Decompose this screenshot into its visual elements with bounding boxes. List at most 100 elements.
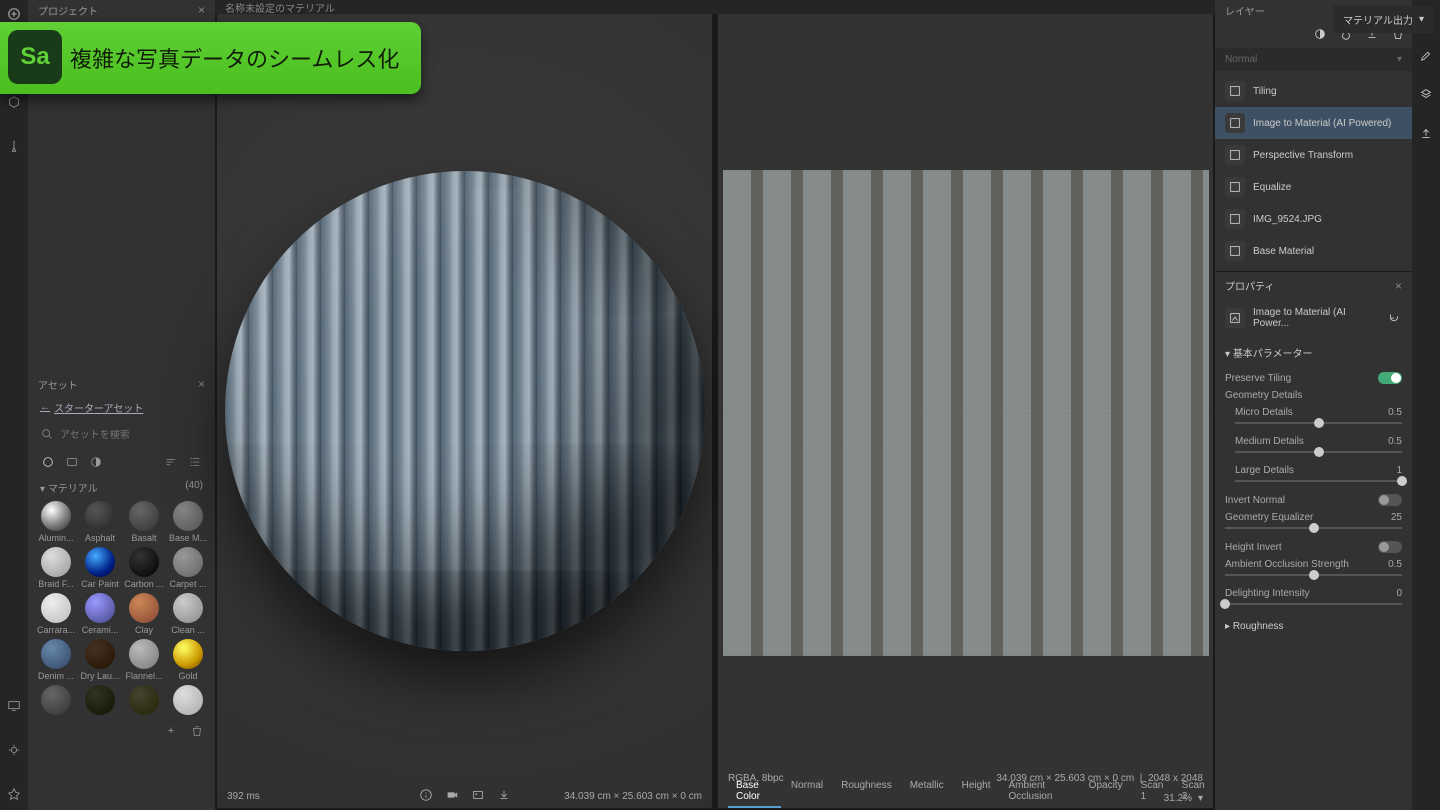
- material-thumbnail: [41, 639, 71, 669]
- material-item[interactable]: Clay: [124, 593, 164, 635]
- material-thumbnail: [129, 501, 159, 531]
- material-thumbnail: [85, 501, 115, 531]
- material-item[interactable]: Base M...: [168, 501, 208, 543]
- channel-tab[interactable]: Opacity: [1081, 776, 1131, 808]
- material-item[interactable]: [124, 685, 164, 717]
- material-item[interactable]: Gold: [168, 639, 208, 681]
- blend-mode-dropdown[interactable]: Normal ▾: [1215, 48, 1412, 71]
- material-item[interactable]: Denim ...: [36, 639, 76, 681]
- material-label: Gold: [168, 671, 208, 681]
- contrast-icon[interactable]: [1312, 26, 1328, 42]
- starter-assets-link[interactable]: ← スターターアセット: [28, 394, 215, 421]
- brush-icon[interactable]: [1418, 46, 1434, 62]
- image-icon[interactable]: [470, 787, 486, 803]
- viewport-2d[interactable]: [718, 62, 1213, 764]
- material-item[interactable]: Dry Lau...: [80, 639, 120, 681]
- height-invert-toggle[interactable]: [1378, 541, 1402, 553]
- add-icon[interactable]: [6, 6, 22, 22]
- material-item[interactable]: [36, 685, 76, 717]
- top-bar: 名称未設定のマテリアル: [215, 0, 1215, 14]
- gear-icon[interactable]: [6, 742, 22, 758]
- zoom-control[interactable]: 31.2% ▾: [1164, 793, 1203, 804]
- asset-search[interactable]: [28, 421, 215, 450]
- asset-search-input[interactable]: [60, 430, 203, 441]
- close-icon[interactable]: ×: [198, 3, 205, 17]
- medium-details-slider[interactable]: [1235, 451, 1402, 453]
- add-asset-icon[interactable]: +: [163, 723, 179, 739]
- reset-icon[interactable]: [1386, 310, 1402, 326]
- material-item[interactable]: Carrara...: [36, 593, 76, 635]
- plugin-icon[interactable]: [6, 786, 22, 802]
- sort-icon[interactable]: [163, 454, 179, 470]
- material-thumbnail: [173, 501, 203, 531]
- export-icon[interactable]: [496, 787, 512, 803]
- viewport-3d[interactable]: 34.039 cm × 25.603 cm × 0 cm 392 ms: [217, 14, 712, 808]
- channel-tab[interactable]: Ambient Occlusion: [1001, 776, 1079, 808]
- material-thumbnail: [173, 593, 203, 623]
- cube-icon[interactable]: [6, 94, 22, 110]
- roughness-section-header[interactable]: ▸ Roughness: [1215, 613, 1412, 640]
- material-item[interactable]: Clean ...: [168, 593, 208, 635]
- invert-normal-toggle[interactable]: [1378, 494, 1402, 506]
- material-thumbnail: [85, 547, 115, 577]
- material-item[interactable]: Carbon ...: [124, 547, 164, 589]
- ao-strength-slider[interactable]: [1225, 574, 1402, 576]
- material-label: Cerami...: [80, 625, 120, 635]
- channel-tab[interactable]: Metallic: [902, 776, 952, 808]
- material-item[interactable]: Braid F...: [36, 547, 76, 589]
- base-icon: [1225, 241, 1245, 261]
- info-icon[interactable]: [418, 787, 434, 803]
- preserve-tiling-toggle[interactable]: [1378, 372, 1402, 384]
- breadcrumb: 名称未設定のマテリアル: [225, 0, 335, 15]
- material-label: Braid F...: [36, 579, 76, 589]
- layer-row[interactable]: Image to Material (AI Powered): [1215, 107, 1412, 139]
- delete-asset-icon[interactable]: [189, 723, 205, 739]
- materials-section-header[interactable]: ▾ マテリアル (40): [28, 474, 215, 501]
- filter-sphere-icon[interactable]: [40, 454, 56, 470]
- channel-tab[interactable]: Height: [954, 776, 999, 808]
- basic-params-header[interactable]: ▾ 基本パラメーター: [1215, 337, 1412, 368]
- material-item[interactable]: Alumin...: [36, 501, 76, 543]
- close-icon[interactable]: ×: [198, 377, 205, 391]
- channel-tab[interactable]: Base Color: [728, 776, 781, 808]
- material-item[interactable]: Carpet ...: [168, 547, 208, 589]
- material-output-dropdown[interactable]: マテリアル出力 ▾: [1333, 6, 1434, 33]
- channel-tab[interactable]: Normal: [783, 776, 831, 808]
- filter-contrast-icon[interactable]: [88, 454, 104, 470]
- view-list-icon[interactable]: [187, 454, 203, 470]
- param-geometry-details-label: Geometry Details: [1215, 386, 1412, 403]
- filter-image-icon[interactable]: [64, 454, 80, 470]
- camera-icon[interactable]: [444, 787, 460, 803]
- layer-row[interactable]: Base Material: [1215, 235, 1412, 267]
- material-item[interactable]: [80, 685, 120, 717]
- right-panel: レイヤー × Normal ▾ TilingImage to Material …: [1215, 0, 1412, 810]
- layer-row[interactable]: Equalize: [1215, 171, 1412, 203]
- share-icon[interactable]: [1418, 126, 1434, 142]
- material-label: Alumin...: [36, 533, 76, 543]
- channel-tab[interactable]: Roughness: [833, 776, 900, 808]
- tiling-icon: [1225, 81, 1245, 101]
- geometry-equalizer-slider[interactable]: [1225, 527, 1402, 529]
- material-item[interactable]: Asphalt: [80, 501, 120, 543]
- material-item[interactable]: Basalt: [124, 501, 164, 543]
- channel-tabs: Base ColorNormalRoughnessMetallicHeightA…: [728, 776, 1213, 808]
- monitor-icon[interactable]: [6, 698, 22, 714]
- material-item[interactable]: Car Paint: [80, 547, 120, 589]
- delighting-slider[interactable]: [1225, 603, 1402, 605]
- properties-layer-row: Image to Material (AI Power...: [1215, 299, 1412, 337]
- material-thumbnail: [129, 547, 159, 577]
- layer-row[interactable]: Perspective Transform: [1215, 139, 1412, 171]
- close-icon[interactable]: ×: [1395, 279, 1402, 293]
- layer-name: Tiling: [1253, 86, 1277, 97]
- project-panel-title: プロジェクト: [38, 3, 98, 18]
- large-details-slider[interactable]: [1235, 480, 1402, 482]
- layer-row[interactable]: Tiling: [1215, 75, 1412, 107]
- material-item[interactable]: Cerami...: [80, 593, 120, 635]
- layers-icon[interactable]: [1418, 86, 1434, 102]
- layer-row[interactable]: IMG_9524.JPG: [1215, 203, 1412, 235]
- material-item[interactable]: Flannel...: [124, 639, 164, 681]
- material-item[interactable]: [168, 685, 208, 717]
- material-label: Carpet ...: [168, 579, 208, 589]
- micro-details-slider[interactable]: [1235, 422, 1402, 424]
- pin-icon[interactable]: [6, 138, 22, 154]
